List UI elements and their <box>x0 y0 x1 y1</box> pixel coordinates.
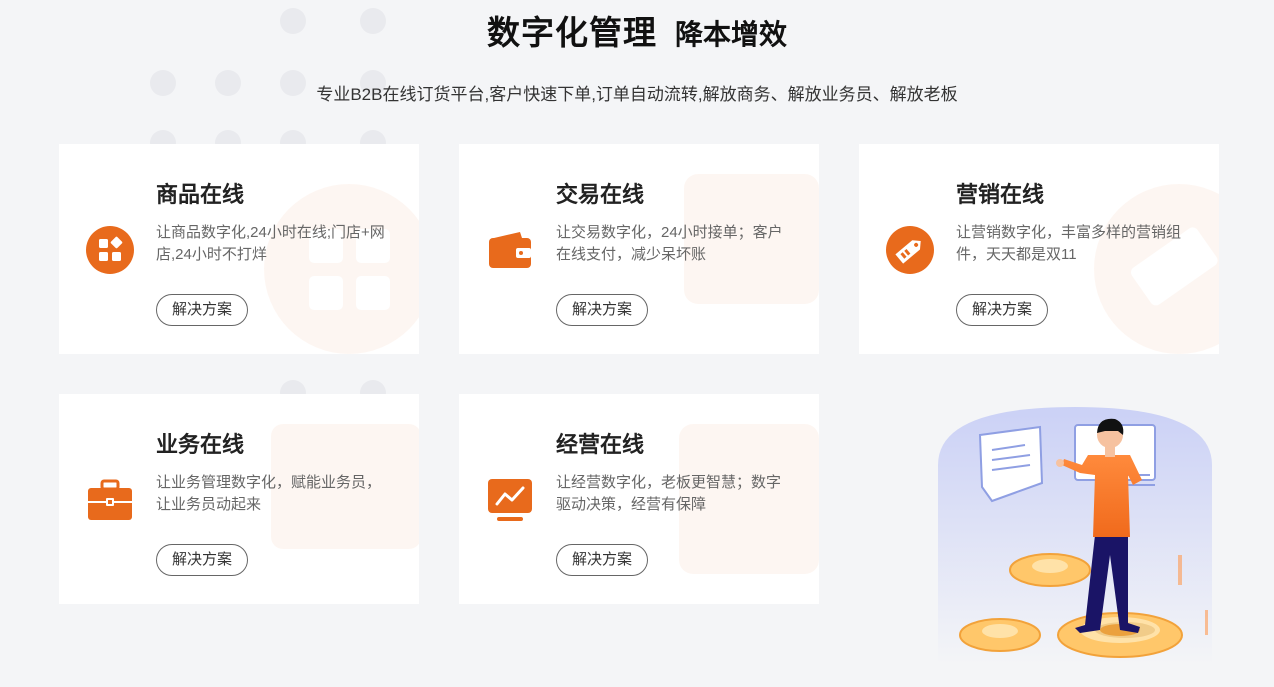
card-title: 业务在线 <box>156 432 245 457</box>
card-description: 让营销数字化，丰富多样的营销组件，天天都是双11 <box>956 224 1182 263</box>
page-title: 数字化管理 降本增效 <box>0 6 1274 54</box>
page-title-main: 数字化管理 <box>486 14 657 51</box>
solution-button[interactable]: 解决方案 <box>156 544 248 576</box>
solution-button[interactable]: 解决方案 <box>956 294 1048 326</box>
grid-apps-icon <box>86 226 134 274</box>
wallet-icon <box>489 232 531 268</box>
card-title: 营销在线 <box>956 182 1045 207</box>
businessman-gears-illustration <box>938 407 1212 665</box>
card-title: 交易在线 <box>556 182 645 207</box>
page-subtitle: 专业B2B在线订货平台,客户快速下单,订单自动流转,解放商务、解放业务员、解放老… <box>316 85 958 104</box>
card-title: 商品在线 <box>156 182 245 207</box>
solution-button[interactable]: 解决方案 <box>556 294 648 326</box>
card-description: 让商品数字化,24小时在线;门店+网店,24小时不打烊 <box>156 224 385 263</box>
card-operation-online: 经营在线 让经营数字化，老板更智慧；数字驱动决策，经营有保障 解决方案 <box>459 394 819 604</box>
card-marketing-online: 营销在线 让营销数字化，丰富多样的营销组件，天天都是双11 解决方案 <box>859 144 1219 354</box>
card-product-online: 商品在线 让商品数字化,24小时在线;门店+网店,24小时不打烊 解决方案 <box>59 144 419 354</box>
page-title-sub: 降本增效 <box>674 19 787 50</box>
solution-button[interactable]: 解决方案 <box>556 544 648 576</box>
card-business-online: 业务在线 让业务管理数字化，赋能业务员，让业务员动起来 解决方案 <box>59 394 419 604</box>
briefcase-icon <box>88 479 132 520</box>
price-tag-watermark-icon <box>1094 184 1219 354</box>
price-tag-icon <box>886 226 934 274</box>
card-description: 让业务管理数字化，赋能业务员，让业务员动起来 <box>156 474 382 513</box>
card-description: 让交易数字化，24小时接单；客户在线支付，减少呆坏账 <box>556 224 783 263</box>
card-trade-online: 交易在线 让交易数字化，24小时接单；客户在线支付，减少呆坏账 解决方案 <box>459 144 819 354</box>
grid-apps-watermark-icon <box>264 184 419 354</box>
solution-button[interactable]: 解决方案 <box>156 294 248 326</box>
card-title: 经营在线 <box>556 432 645 457</box>
trend-monitor-icon <box>488 479 532 521</box>
card-description: 让经营数字化，老板更智慧；数字驱动决策，经营有保障 <box>556 474 782 513</box>
